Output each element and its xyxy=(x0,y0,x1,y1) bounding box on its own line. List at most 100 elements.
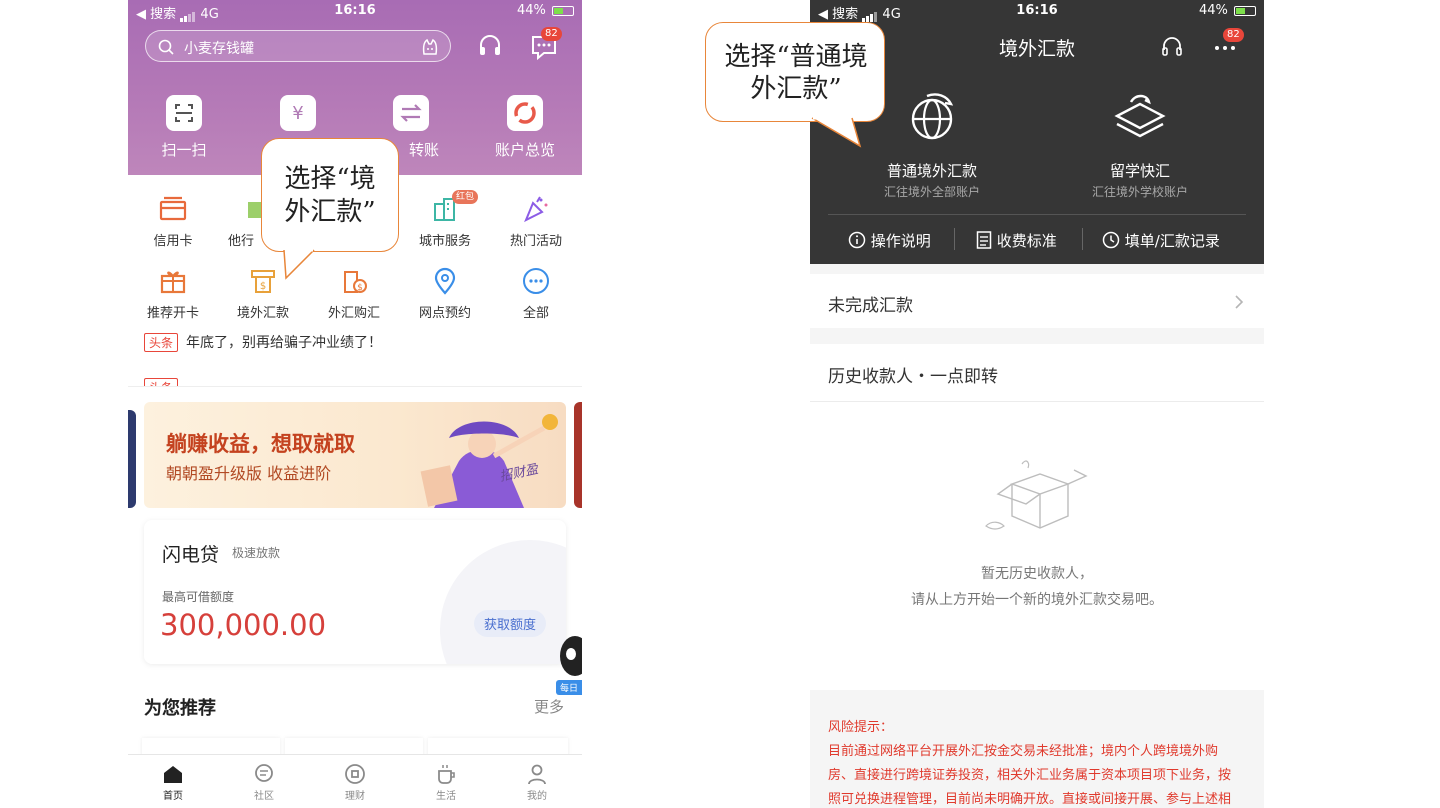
loan-limit-label: 最高可借额度 xyxy=(162,590,235,604)
overview-icon xyxy=(507,95,543,131)
action-instructions[interactable]: 操作说明 xyxy=(848,230,931,251)
battery-icon xyxy=(552,5,574,16)
service-hot-activity[interactable]: 热门活动 xyxy=(491,194,581,249)
status-bar: ◀ 搜索 4G 16:16 44% xyxy=(810,0,1264,22)
service-all[interactable]: 全部 xyxy=(491,266,581,321)
divider xyxy=(954,228,955,250)
status-time: 16:16 xyxy=(334,3,376,18)
service-label: 推荐开卡 xyxy=(146,306,199,321)
tab-community[interactable]: 社区 xyxy=(229,763,299,802)
risk-title: 风险提示： xyxy=(828,720,894,735)
callout-select-remittance: 选择“境外汇款” xyxy=(261,138,399,252)
overseas-remittance-icon: $ xyxy=(248,266,278,296)
news-tag: 头条 xyxy=(144,378,179,386)
option-subtitle: 汇往境外全部账户 xyxy=(883,185,980,199)
divider xyxy=(1082,228,1083,250)
profile-icon xyxy=(528,764,546,785)
search-bar[interactable]: 小麦存钱罐 xyxy=(145,30,451,62)
service-label: 信用卡 xyxy=(153,234,193,249)
recommend-more-link[interactable]: 更多 xyxy=(534,696,564,717)
gift-card-icon xyxy=(158,266,188,296)
service-city[interactable]: 红包 城市服务 xyxy=(400,190,490,249)
row-label: 未完成汇款 xyxy=(828,296,913,316)
search-placeholder: 小麦存钱罐 xyxy=(184,41,254,57)
option-title: 留学快汇 xyxy=(1109,162,1170,180)
quick-action-yuan[interactable]: ¥ xyxy=(248,95,348,139)
banner-illustration xyxy=(420,414,558,508)
svg-text:$: $ xyxy=(260,281,266,292)
divider xyxy=(810,401,1264,402)
graduation-cap-icon xyxy=(1114,94,1166,138)
chevron-right-icon xyxy=(1235,295,1244,309)
service-recommend-card[interactable]: 推荐开卡 xyxy=(128,266,218,321)
action-records[interactable]: 填单/汇款记录 xyxy=(1102,230,1220,251)
risk-line: 房、直接进行跨境证券投资，相关外汇业务属于资本项目项下业务，按 xyxy=(828,768,1232,783)
tab-home[interactable]: 首页 xyxy=(138,763,208,802)
left-phone-screen: ◀ 搜索 4G 16:16 44% 小麦存钱罐 82 扫一扫 ¥ 转账 账户总览… xyxy=(128,0,582,808)
incomplete-remittance-row[interactable]: 未完成汇款 xyxy=(810,274,1264,328)
battery-percent: 44% xyxy=(1198,3,1228,18)
status-time: 16:16 xyxy=(1016,3,1058,18)
empty-message-line2: 请从上方开始一个新的境外汇款交易吧。 xyxy=(911,592,1163,608)
credit-card-icon xyxy=(158,194,188,224)
get-limit-button[interactable]: 获取额度 xyxy=(474,610,547,637)
loan-tag: 极速放款 xyxy=(232,546,281,560)
action-fee-standard[interactable]: 收费标准 xyxy=(976,230,1057,251)
loan-card[interactable]: 闪电贷 极速放款 最高可借额度 300,000.00 获取额度 xyxy=(144,520,566,664)
bottom-tab-bar: 首页 社区 理财 生活 我的 xyxy=(128,754,582,808)
loan-title: 闪电贷 xyxy=(162,544,220,566)
service-label: 他行 xyxy=(227,234,254,249)
mascot-icon[interactable] xyxy=(420,37,440,57)
card-decoration xyxy=(440,540,566,664)
yuan-icon: ¥ xyxy=(280,95,316,131)
search-icon xyxy=(158,39,174,55)
option-study-abroad-remittance[interactable]: 留学快汇 汇往境外学校账户 xyxy=(1050,90,1230,200)
tab-wealth[interactable]: 理财 xyxy=(320,763,390,802)
option-title: 普通境外汇款 xyxy=(886,162,977,180)
wealth-icon xyxy=(345,764,365,784)
history-title: 历史收款人・一点即转 xyxy=(828,367,998,387)
right-phone-screen: ◀ 搜索 4G 16:16 44% 境外汇款 82 普通境外汇款 汇往境外全部账… xyxy=(810,0,1264,808)
risk-notice: 风险提示： 目前通过网络平台开展外汇按金交易未经批准；境内个人跨境境外购 房、直… xyxy=(810,690,1264,808)
battery-percent: 44% xyxy=(516,3,546,18)
clock-icon xyxy=(1102,231,1120,249)
carousel-next-peek[interactable] xyxy=(574,402,582,508)
headset-icon[interactable] xyxy=(476,32,504,60)
carousel-prev-peek[interactable] xyxy=(128,410,136,508)
news-item-next: 头条 xyxy=(144,378,186,386)
svg-text:¥: ¥ xyxy=(292,103,303,124)
svg-text:$: $ xyxy=(357,283,363,293)
promo-banner[interactable]: 躺赚收益，想取就取 朝朝盈升级版 收益进阶 招财盈 xyxy=(144,402,566,508)
quick-action-overview[interactable]: 账户总览 xyxy=(475,95,575,160)
tab-life[interactable]: 生活 xyxy=(411,763,481,802)
location-pin-icon xyxy=(430,266,460,296)
coffee-icon xyxy=(438,765,455,784)
loan-amount: 300,000.00 xyxy=(160,608,327,642)
message-badge: 82 xyxy=(541,27,562,41)
info-icon xyxy=(848,231,866,249)
transfer-icon xyxy=(393,95,429,131)
service-credit-card[interactable]: 信用卡 xyxy=(128,194,218,249)
recommend-title: 为您推荐 xyxy=(144,698,216,719)
service-label: 城市服务 xyxy=(418,234,471,249)
service-label: 境外汇款 xyxy=(236,306,289,321)
tab-profile[interactable]: 我的 xyxy=(502,763,572,802)
news-tag: 头条 xyxy=(144,333,179,352)
news-item[interactable]: 头条 年底了，别再给骗子冲业绩了！ xyxy=(144,332,382,352)
community-icon xyxy=(255,764,273,782)
service-label: 全部 xyxy=(522,306,549,321)
globe-icon xyxy=(911,93,954,140)
callout-pointer xyxy=(811,116,862,148)
headset-icon[interactable] xyxy=(1160,35,1184,59)
service-label: 热门活动 xyxy=(509,234,562,249)
history-payees-section: 历史收款人・一点即转 暂无历史收款人， 请从上方开始一个新的境外汇款交易吧。 xyxy=(810,344,1264,690)
status-bar: ◀ 搜索 4G 16:16 44% xyxy=(128,0,582,22)
quick-action-scan[interactable]: 扫一扫 xyxy=(134,95,234,160)
quick-action-label: 扫一扫 xyxy=(161,141,207,159)
service-branch-booking[interactable]: 网点预约 xyxy=(400,266,490,321)
risk-line: 目前通过网络平台开展外汇按金交易未经批准；境内个人跨境境外购 xyxy=(828,744,1219,759)
callout-select-standard-remittance: 选择“普通境外汇款” xyxy=(705,22,885,122)
callout-pointer xyxy=(283,248,315,280)
news-ticker[interactable]: 头条年底了，别再给骗子冲业绩了！ 头条 xyxy=(128,326,582,386)
floating-widget[interactable]: 每日 xyxy=(556,636,582,696)
